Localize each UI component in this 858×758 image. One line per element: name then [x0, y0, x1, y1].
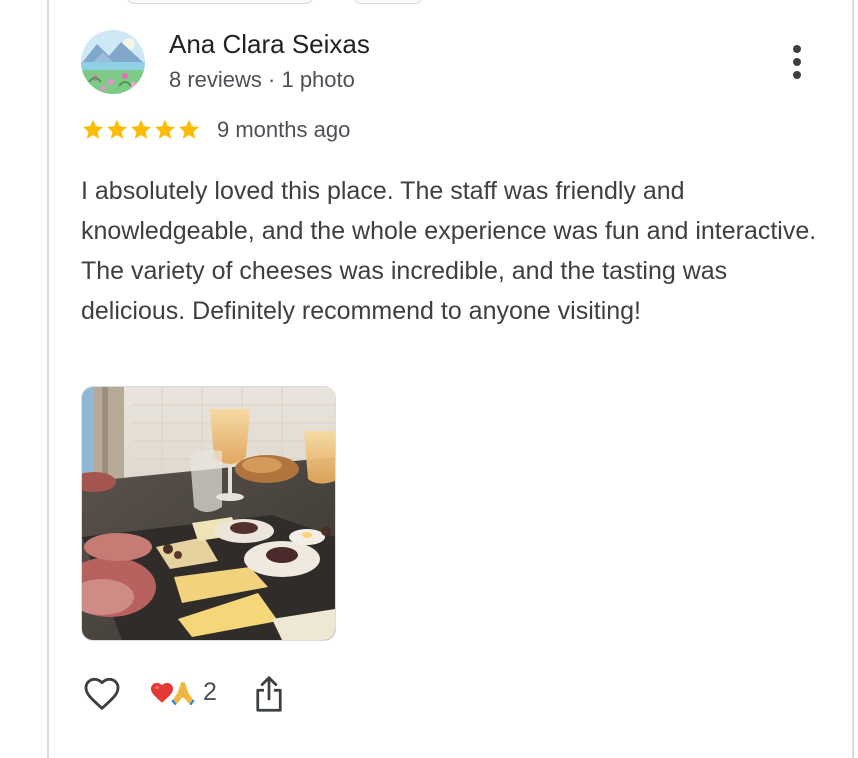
- share-button[interactable]: [254, 674, 284, 719]
- top-filter-chip[interactable]: [352, 0, 424, 4]
- avatar-landscape-icon: [81, 30, 145, 94]
- star-rating: [81, 118, 201, 142]
- review-text: I absolutely loved this place. The staff…: [81, 177, 817, 325]
- top-filter-chip[interactable]: [126, 0, 314, 4]
- review-date: 9 months ago: [217, 117, 351, 142]
- reviewer-name[interactable]: Ana Clara Seixas: [169, 29, 370, 60]
- left-divider: [47, 0, 49, 758]
- star-icon: [105, 118, 129, 142]
- review-card: Ana Clara Seixas 8 reviews · 1 photo 9 m…: [0, 0, 858, 758]
- share-icon: [256, 676, 282, 712]
- star-icon: [81, 118, 105, 142]
- review-photo[interactable]: [81, 386, 336, 641]
- more-vertical-icon: [793, 45, 801, 53]
- more-options-button[interactable]: [780, 40, 814, 84]
- reaction-count: 2: [203, 678, 217, 706]
- reactions-summary[interactable]: 2: [149, 678, 217, 707]
- right-divider: [852, 0, 854, 758]
- heart-outline-icon: [84, 677, 120, 710]
- star-icon: [153, 118, 177, 142]
- like-button[interactable]: [81, 674, 123, 719]
- reviewer-meta: 8 reviews · 1 photo: [169, 67, 355, 92]
- cheese-board-photo: [82, 387, 335, 640]
- folded-hands-emoji: [171, 681, 195, 705]
- star-icon: [177, 118, 201, 142]
- more-vertical-icon-dot: [793, 71, 801, 79]
- star-icon: [129, 118, 153, 142]
- avatar[interactable]: [81, 30, 145, 94]
- more-vertical-icon-dot: [793, 58, 801, 66]
